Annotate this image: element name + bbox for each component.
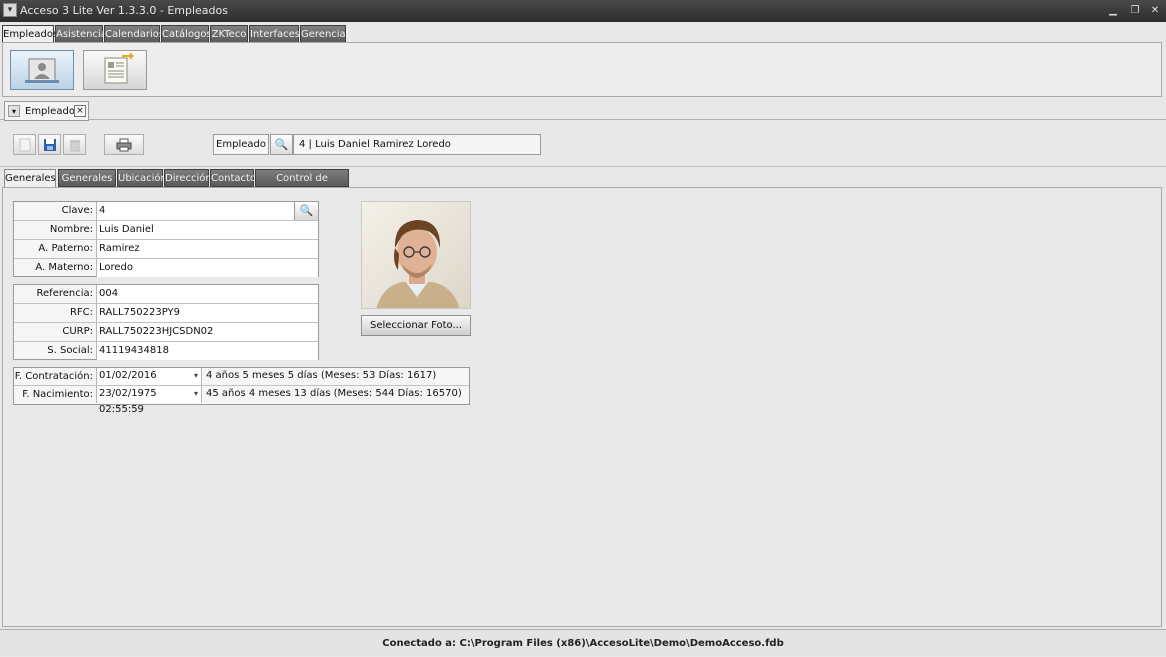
status-bar: Conectado a: C:\Program Files (x86)\Acce… — [0, 629, 1166, 656]
materno-field[interactable]: Loredo — [97, 259, 318, 277]
materno-row: A. Materno: Loredo — [14, 259, 318, 278]
print-button[interactable] — [104, 134, 144, 155]
referencia-label: Referencia: — [14, 285, 97, 303]
referencia-field[interactable]: 004 — [97, 285, 318, 303]
employee-photo — [361, 201, 471, 309]
referencia-row: Referencia: 004 — [14, 285, 318, 304]
rfc-label: RFC: — [14, 304, 97, 322]
chevron-down-icon: ▾ — [193, 389, 198, 398]
title-bar: ▾ Acceso 3 Lite Ver 1.3.3.0 - Empleados … — [0, 0, 1166, 22]
save-button[interactable] — [38, 134, 61, 155]
tab-generales-1[interactable]: Generales I — [4, 169, 56, 201]
tab-gerencial[interactable]: Gerencial — [300, 25, 348, 43]
employee-ribbon-button[interactable] — [10, 50, 74, 90]
tab-catalogos[interactable]: Catálogos — [161, 25, 212, 43]
select-photo-button[interactable]: Seleccionar Foto... — [361, 315, 471, 336]
search-icon: 🔍 — [299, 204, 314, 217]
employee-list-icon — [104, 52, 134, 84]
nacimiento-label: F. Nacimiento: — [14, 386, 97, 403]
employee-label: Empleado — [213, 134, 269, 155]
document-tab-empleados[interactable]: ▾ Empleados × — [4, 101, 89, 121]
paterno-field[interactable]: Ramirez — [97, 240, 318, 258]
tab-ubicacion[interactable]: Ubicación — [117, 169, 167, 187]
nacimiento-row: F. Nacimiento: 23/02/1975 02:55:59 ▾ 45 … — [14, 386, 469, 415]
materno-label: A. Materno: — [14, 259, 97, 277]
delete-icon — [69, 140, 80, 152]
clave-field[interactable]: 4 — [97, 202, 295, 220]
tab-contacto[interactable]: Contacto — [210, 169, 256, 187]
contratacion-label: F. Contratación: — [14, 368, 97, 385]
contratacion-duration: 4 años 5 meses 5 días (Meses: 53 Días: 1… — [202, 368, 469, 385]
app-menu-icon[interactable]: ▾ — [3, 3, 17, 17]
social-field[interactable]: 41119434818 — [97, 342, 318, 360]
tab-zkteco[interactable]: ZKTeco — [210, 25, 248, 43]
nacimiento-duration: 45 años 4 meses 13 días (Meses: 544 Días… — [202, 386, 469, 403]
paterno-label: A. Paterno: — [14, 240, 97, 258]
new-icon — [19, 138, 30, 152]
chevron-down-icon: ▾ — [193, 371, 198, 380]
delete-button[interactable] — [63, 134, 86, 155]
name-group: Clave: 4 🔍 Nombre: Luis Daniel A. Patern… — [13, 201, 319, 277]
minimize-icon[interactable]: ▁ — [1106, 4, 1120, 18]
employee-icon — [25, 58, 59, 83]
clave-row: Clave: 4 🔍 — [14, 202, 318, 221]
new-button[interactable] — [13, 134, 36, 155]
nacimiento-date-picker[interactable]: 23/02/1975 02:55:59 ▾ — [97, 386, 202, 415]
tab-control-asistencia[interactable]: Control de Asistencia — [255, 169, 349, 201]
tab-asistencia[interactable]: Asistencia — [55, 25, 107, 43]
employee-selector-field[interactable]: 4 | Luis Daniel Ramirez Loredo — [293, 134, 541, 155]
close-icon[interactable]: ✕ — [1148, 4, 1162, 18]
toolbar-divider — [0, 166, 1166, 167]
contratacion-date-picker[interactable]: 01/02/2016 02:55:59 ▾ — [97, 368, 202, 397]
window-title: Acceso 3 Lite Ver 1.3.3.0 - Empleados — [20, 4, 228, 17]
tab-menu-icon[interactable]: ▾ — [8, 105, 20, 117]
social-row: S. Social: 41119434818 — [14, 342, 318, 361]
nombre-field[interactable]: Luis Daniel — [97, 221, 318, 239]
id-group: Referencia: 004 RFC: RALL750223PY9 CURP:… — [13, 284, 319, 360]
curp-row: CURP: RALL750223HJCSDN02 — [14, 323, 318, 342]
nombre-row: Nombre: Luis Daniel — [14, 221, 318, 240]
document-tab-label: Empleados — [25, 106, 81, 117]
module-tabs: Empleados Asistencia Calendarios Catálog… — [0, 23, 1166, 44]
search-icon: 🔍 — [274, 138, 289, 151]
tab-interfaces[interactable]: Interfaces — [249, 25, 300, 43]
nombre-label: Nombre: — [14, 221, 97, 239]
print-icon — [116, 138, 132, 152]
paterno-row: A. Paterno: Ramirez — [14, 240, 318, 259]
social-label: S. Social: — [14, 342, 97, 360]
tab-direccion[interactable]: Dirección — [164, 169, 212, 187]
document-tab-strip — [0, 98, 1166, 120]
clave-search-button[interactable]: 🔍 — [294, 202, 318, 220]
clave-label: Clave: — [14, 202, 97, 220]
rfc-row: RFC: RALL750223PY9 — [14, 304, 318, 323]
employee-list-ribbon-button[interactable] — [83, 50, 147, 90]
curp-label: CURP: — [14, 323, 97, 341]
save-icon — [43, 139, 56, 151]
curp-field[interactable]: RALL750223HJCSDN02 — [97, 323, 318, 341]
maximize-icon[interactable]: ❐ — [1128, 4, 1142, 18]
rfc-field[interactable]: RALL750223PY9 — [97, 304, 318, 322]
dates-group: F. Contratación: 01/02/2016 02:55:59 ▾ 4… — [13, 367, 470, 415]
tab-generales-2[interactable]: Generales II — [58, 169, 116, 201]
employee-search-button[interactable]: 🔍 — [270, 134, 293, 155]
contratacion-row: F. Contratación: 01/02/2016 02:55:59 ▾ 4… — [14, 368, 469, 397]
ribbon — [2, 42, 1162, 97]
tab-calendarios[interactable]: Calendarios — [104, 25, 164, 43]
tab-close-icon[interactable]: × — [74, 105, 86, 117]
